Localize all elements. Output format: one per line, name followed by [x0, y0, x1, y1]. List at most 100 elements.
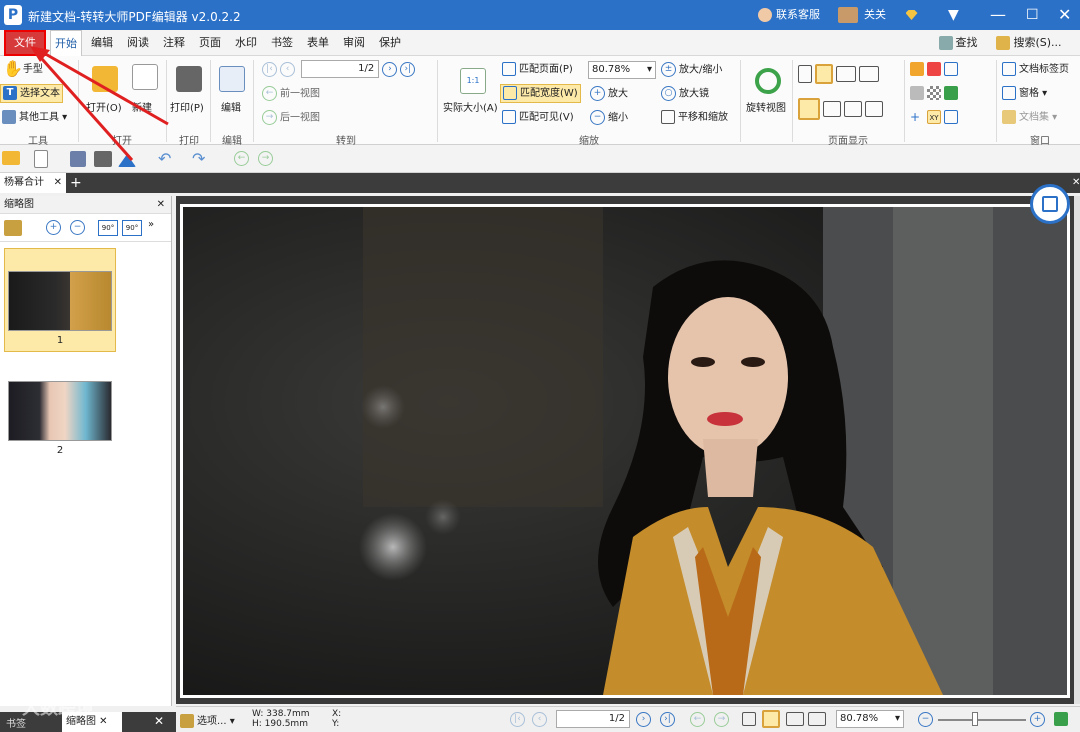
other-tools-button[interactable]: 其他工具 ▾: [2, 110, 67, 125]
doc-tab-icon: [1002, 62, 1016, 76]
menu-file[interactable]: 文件: [4, 30, 46, 56]
menu-read[interactable]: 阅读: [122, 30, 154, 56]
close-button[interactable]: ✕: [1058, 0, 1071, 30]
zoom-in-icon[interactable]: +: [1030, 712, 1045, 727]
menu-protect[interactable]: 保护: [374, 30, 406, 56]
status-zoom-select[interactable]: 80.78% ▾: [836, 710, 904, 728]
close-panel-icon[interactable]: ✕: [157, 196, 165, 214]
thumb-zoom-out-icon[interactable]: −: [70, 220, 85, 235]
rotate-view-button[interactable]: 旋转视图: [746, 102, 786, 116]
document-viewer[interactable]: [176, 196, 1074, 704]
open-button[interactable]: 打开(O): [86, 102, 122, 116]
print-icon[interactable]: [94, 151, 112, 167]
print-button[interactable]: 打印(P): [170, 102, 204, 116]
open-folder-icon[interactable]: [2, 151, 20, 165]
forward-arrow-icon[interactable]: →: [714, 712, 729, 727]
close-all-icon[interactable]: ✕: [1072, 173, 1080, 193]
zoom-out-button[interactable]: − 缩小: [590, 110, 628, 126]
doc-tab-button[interactable]: 文档标签页: [1002, 62, 1069, 77]
magnifier-button[interactable]: ○ 放大镜: [661, 86, 709, 102]
document-tab-strip: 杨幂合计 ✕ + ✕: [0, 173, 1080, 193]
menu-bookmark[interactable]: 书签: [266, 30, 298, 56]
zoom-slider[interactable]: [938, 719, 1026, 721]
new-button[interactable]: 新建: [132, 102, 152, 116]
facing-page-icon[interactable]: [786, 712, 804, 726]
status-page-input[interactable]: 1/2: [556, 710, 630, 728]
save-icon[interactable]: [70, 151, 86, 167]
single-page-icon[interactable]: [742, 712, 756, 726]
grid-page-icon[interactable]: [808, 712, 826, 726]
zoom-slider-thumb[interactable]: [972, 712, 978, 726]
options-button[interactable]: 选项... ▾: [180, 712, 235, 728]
search-button[interactable]: 搜索(S)...: [994, 30, 1064, 56]
maximize-button[interactable]: ☐: [1026, 0, 1039, 30]
edit-button[interactable]: 编辑: [221, 102, 241, 116]
page-layout-icons[interactable]: [798, 64, 882, 84]
dropdown-icon[interactable]: ▼: [948, 0, 959, 30]
grid-dots-icon: [910, 86, 924, 100]
zoom-out-icon[interactable]: −: [918, 712, 933, 727]
menu-page[interactable]: 页面: [194, 30, 226, 56]
back-arrow-icon[interactable]: ←: [234, 151, 249, 166]
document-tab[interactable]: 杨幂合计 ✕: [0, 173, 66, 193]
prev-page-icon[interactable]: ‹: [280, 61, 295, 77]
next-page-icon[interactable]: ›: [636, 712, 651, 727]
undo-icon[interactable]: ↶: [158, 149, 171, 168]
first-page-icon[interactable]: |‹: [510, 712, 525, 727]
find-button[interactable]: 查找(F)...: [926, 30, 990, 75]
thumbnail-item[interactable]: 2: [4, 378, 116, 462]
close-tab-icon[interactable]: ✕: [54, 173, 62, 193]
hand-tool-button[interactable]: ✋手型: [3, 61, 43, 77]
actual-size-button[interactable]: 实际大小(A): [443, 102, 498, 116]
display-options-row3[interactable]: + XY: [910, 110, 961, 125]
minimize-button[interactable]: —: [990, 0, 1006, 30]
menu-annotate[interactable]: 注释: [158, 30, 190, 56]
add-tab-icon[interactable]: +: [70, 173, 82, 193]
last-page-icon[interactable]: ›|: [660, 712, 675, 727]
redo-icon[interactable]: ↷: [192, 149, 205, 168]
fit-page-button[interactable]: 匹配页面(P): [502, 62, 573, 77]
scan-icon[interactable]: [118, 154, 136, 167]
more-options-icon[interactable]: »: [148, 219, 154, 230]
doc-set-button[interactable]: 文档集 ▾: [1002, 110, 1057, 125]
fit-visible-button[interactable]: 匹配可见(V): [502, 110, 574, 125]
page-layout-icons-row2[interactable]: [798, 98, 886, 120]
select-text-button[interactable]: T 选择文本: [0, 84, 63, 103]
menu-review[interactable]: 审阅: [338, 30, 370, 56]
prev-view-button[interactable]: ← 前一视图: [262, 86, 320, 102]
fit-width-button[interactable]: 匹配宽度(W): [500, 84, 581, 103]
menu-watermark[interactable]: 水印: [230, 30, 262, 56]
last-page-icon[interactable]: ›|: [400, 61, 416, 77]
zoom-select[interactable]: 80.78% ▾: [588, 61, 656, 79]
rotate-left-icon[interactable]: 90°: [98, 220, 118, 236]
window-pane-button[interactable]: 窗格 ▾: [1002, 86, 1047, 101]
next-view-button[interactable]: → 后一视图: [262, 110, 320, 126]
forward-arrow-icon[interactable]: →: [258, 151, 273, 166]
rotate-right-icon[interactable]: 90°: [122, 220, 142, 236]
close-panel-icon[interactable]: ✕: [154, 714, 164, 728]
next-page-icon[interactable]: ›: [382, 61, 398, 77]
new-doc-icon[interactable]: [34, 150, 48, 168]
zoom-inout-button[interactable]: ± 放大/缩小: [661, 62, 722, 78]
thumb-zoom-in-icon[interactable]: +: [46, 220, 61, 235]
customer-service-button[interactable]: 联系客服: [758, 0, 820, 30]
zoom-in-button[interactable]: + 放大: [590, 86, 628, 102]
prev-page-icon[interactable]: ‹: [532, 712, 547, 727]
menu-start[interactable]: 开始: [50, 30, 82, 56]
continuous-page-icon[interactable]: [762, 710, 780, 728]
fit-screen-icon[interactable]: [1054, 712, 1068, 726]
first-page-icon[interactable]: |‹: [262, 61, 277, 77]
vertical-scrollbar[interactable]: [1074, 196, 1080, 704]
back-arrow-icon[interactable]: ←: [690, 712, 705, 727]
ribbon-separator: [996, 60, 997, 142]
floating-reader-button[interactable]: [1030, 184, 1070, 224]
thumbnail-settings-icon[interactable]: [4, 220, 22, 236]
display-options-row2[interactable]: [910, 86, 961, 101]
page-number-input[interactable]: 1/2: [301, 60, 380, 78]
menu-form[interactable]: 表单: [302, 30, 334, 56]
user-button[interactable]: 关关: [838, 0, 918, 30]
thumbnail-item[interactable]: 1: [4, 248, 116, 352]
display-options-row1[interactable]: [910, 62, 961, 77]
menu-edit[interactable]: 编辑: [86, 30, 118, 56]
pan-zoom-button[interactable]: 平移和缩放: [661, 110, 728, 125]
